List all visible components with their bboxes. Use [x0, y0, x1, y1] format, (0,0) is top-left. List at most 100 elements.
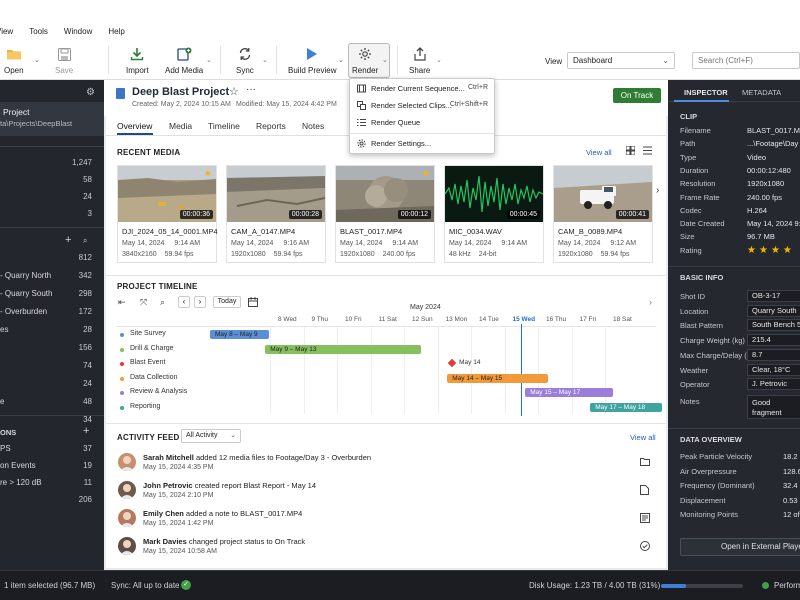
- rating-stars[interactable]: ★ ★ ★ ★: [747, 245, 795, 256]
- render-settings-item[interactable]: Render Settings...: [350, 137, 494, 151]
- tab-metadata[interactable]: METADATA: [742, 88, 781, 97]
- sync-dropdown-caret[interactable]: ⌄: [262, 56, 268, 64]
- search-input[interactable]: [692, 52, 800, 69]
- basic-info-field[interactable]: 8.7: [747, 348, 800, 361]
- sync-button[interactable]: Sync: [236, 46, 254, 75]
- sidebar-item[interactable]: 812: [0, 253, 104, 265]
- tab-notes[interactable]: Notes: [302, 121, 324, 131]
- activity-view-all-link[interactable]: View all: [630, 433, 656, 442]
- timeline-bar[interactable]: May 17 – May 18: [590, 402, 662, 412]
- grid-view-icon[interactable]: [625, 145, 636, 156]
- rating-star-icon[interactable]: ★: [783, 245, 792, 256]
- tab-timeline[interactable]: Timeline: [208, 121, 240, 131]
- render-dropdown-caret[interactable]: ⌄: [382, 56, 388, 64]
- timeline-bar[interactable]: May 8 – May 9: [210, 330, 269, 339]
- activity-filter-select[interactable]: All Activity ⌄: [181, 429, 241, 443]
- activity-item[interactable]: Sarah Mitchell added 12 media files to F…: [116, 451, 656, 477]
- status-badge[interactable]: On Track: [613, 88, 661, 103]
- activity-item[interactable]: John Petrovic created report Blast Repor…: [116, 479, 656, 505]
- view-select[interactable]: Dashboard ⌄: [567, 52, 675, 69]
- add-media-dropdown-caret[interactable]: ⌄: [206, 56, 212, 64]
- import-button[interactable]: Import: [126, 46, 149, 75]
- open-dropdown-caret[interactable]: ⌄: [34, 56, 40, 64]
- basic-info-field[interactable]: 215.4: [747, 334, 800, 347]
- media-card[interactable]: ★ 00:00:36 DJI_2024_05_14_0001.MP4 May 14, …: [117, 165, 218, 263]
- build-preview-button[interactable]: Build Preview: [288, 46, 336, 75]
- sidebar-condition-item[interactable]: 206: [0, 495, 104, 507]
- open-button[interactable]: Open: [4, 46, 24, 75]
- render-button-content[interactable]: Render: [352, 46, 378, 75]
- sidebar-item[interactable]: 24: [0, 379, 104, 391]
- timeline-track[interactable]: Drill & Charge: [116, 344, 188, 358]
- basic-info-field[interactable]: Quarry South: [747, 304, 800, 317]
- sidebar-count-row[interactable]: 1,247: [0, 158, 104, 170]
- tab-overview[interactable]: Overview: [117, 121, 152, 131]
- menu-tools[interactable]: Tools: [29, 27, 48, 36]
- tab-reports[interactable]: Reports: [256, 121, 286, 131]
- today-button[interactable]: Today: [213, 296, 241, 308]
- search-icon[interactable]: ⌕: [83, 236, 87, 246]
- zoom-icon[interactable]: ⌕: [160, 297, 165, 308]
- next-button[interactable]: ›: [194, 296, 206, 308]
- add-condition-icon[interactable]: +: [83, 425, 89, 437]
- settings-gear-icon[interactable]: ⚙: [86, 87, 95, 98]
- sidebar-item[interactable]: e 48: [0, 397, 104, 409]
- favorite-star-icon[interactable]: ★: [204, 168, 212, 179]
- status-performance[interactable]: Perform: [774, 581, 800, 590]
- sidebar-project[interactable]: Project ta\Projects\DeepBlast: [0, 102, 104, 136]
- add-icon[interactable]: +: [65, 234, 71, 246]
- activity-user[interactable]: John Petrovic: [143, 481, 193, 490]
- basic-info-field[interactable]: J. Petrovic: [747, 378, 800, 391]
- sidebar-count-row[interactable]: 3: [0, 209, 104, 221]
- folder-icon[interactable]: [640, 457, 650, 467]
- timeline-bar[interactable]: May 9 – May 13: [265, 344, 422, 354]
- share-button[interactable]: Share: [409, 46, 430, 75]
- activity-user[interactable]: Sarah Mitchell: [143, 453, 194, 462]
- expand-icon[interactable]: ⤧: [140, 297, 147, 308]
- sidebar-item[interactable]: - Quarry South 298: [0, 289, 104, 301]
- document-icon[interactable]: [640, 485, 650, 495]
- sidebar-count-row[interactable]: 58: [0, 175, 104, 187]
- render-selected-clips-item[interactable]: Render Selected Clips... Ctrl+Shift+R: [350, 99, 494, 113]
- list-view-icon[interactable]: [643, 146, 653, 155]
- more-icon[interactable]: ···: [246, 84, 256, 95]
- recent-media-view-all-link[interactable]: View all: [586, 148, 612, 157]
- check-circle-icon[interactable]: [640, 541, 650, 551]
- rating-star-icon[interactable]: ★: [771, 245, 780, 256]
- media-card[interactable]: 00:00:41 CAM_B_0089.MP4 May 14, 2024 9:12 A…: [553, 165, 653, 263]
- activity-item[interactable]: Mark Davies changed project status to On…: [116, 535, 656, 561]
- previous-button[interactable]: ‹: [178, 296, 190, 308]
- basic-info-field[interactable]: OB-3-17: [747, 290, 800, 302]
- build-preview-dropdown-caret[interactable]: ⌄: [338, 56, 344, 64]
- timeline-track[interactable]: Blast Event: [116, 358, 188, 372]
- tab-media[interactable]: Media: [169, 121, 192, 131]
- share-dropdown-caret[interactable]: ⌄: [436, 56, 442, 64]
- timeline-track[interactable]: Reporting: [116, 402, 188, 416]
- notes-textarea[interactable]: Good fragment overpressure c: [747, 395, 800, 419]
- media-card[interactable]: 00:00:45 MIC_0034.WAV May 14, 2024 9:14 AM 4…: [444, 165, 544, 263]
- calendar-icon[interactable]: [248, 297, 258, 307]
- sidebar-item[interactable]: - Overburden 172: [0, 307, 104, 319]
- open-external-player-button[interactable]: Open in External Player: [680, 538, 800, 556]
- timeline-track[interactable]: Review & Analysis: [116, 387, 188, 401]
- timeline-bar[interactable]: May 15 – May 17: [525, 388, 613, 397]
- sidebar-condition-item[interactable]: re > 120 dB 11: [0, 478, 104, 490]
- sidebar-item[interactable]: 156: [0, 343, 104, 355]
- tab-inspector[interactable]: INSPECTOR: [684, 88, 728, 97]
- rating-star-icon[interactable]: ★: [747, 245, 756, 256]
- basic-info-field[interactable]: Clear, 18°C: [747, 363, 800, 376]
- save-button[interactable]: Save: [55, 46, 73, 75]
- timeline-track[interactable]: Data Collection: [116, 373, 188, 387]
- media-card[interactable]: ★ 00:00:12 BLAST_0017.MP4 May 14, 2024 9:14 …: [335, 165, 435, 263]
- menu-window[interactable]: Window: [64, 27, 92, 36]
- star-icon[interactable]: ☆: [229, 85, 239, 98]
- note-icon[interactable]: [640, 513, 650, 523]
- sidebar-item[interactable]: es 28: [0, 325, 104, 337]
- favorite-star-icon[interactable]: ★: [422, 168, 430, 179]
- timeline-bar[interactable]: May 14 – May 15: [447, 373, 548, 383]
- menu-view[interactable]: View: [0, 27, 13, 36]
- timeline-chevron-right-icon[interactable]: ›: [649, 297, 652, 307]
- collapse-icon[interactable]: ⇤: [118, 297, 126, 308]
- activity-item[interactable]: Emily Chen added a note to BLAST_0017.MP…: [116, 507, 656, 533]
- sidebar-item[interactable]: 74: [0, 361, 104, 373]
